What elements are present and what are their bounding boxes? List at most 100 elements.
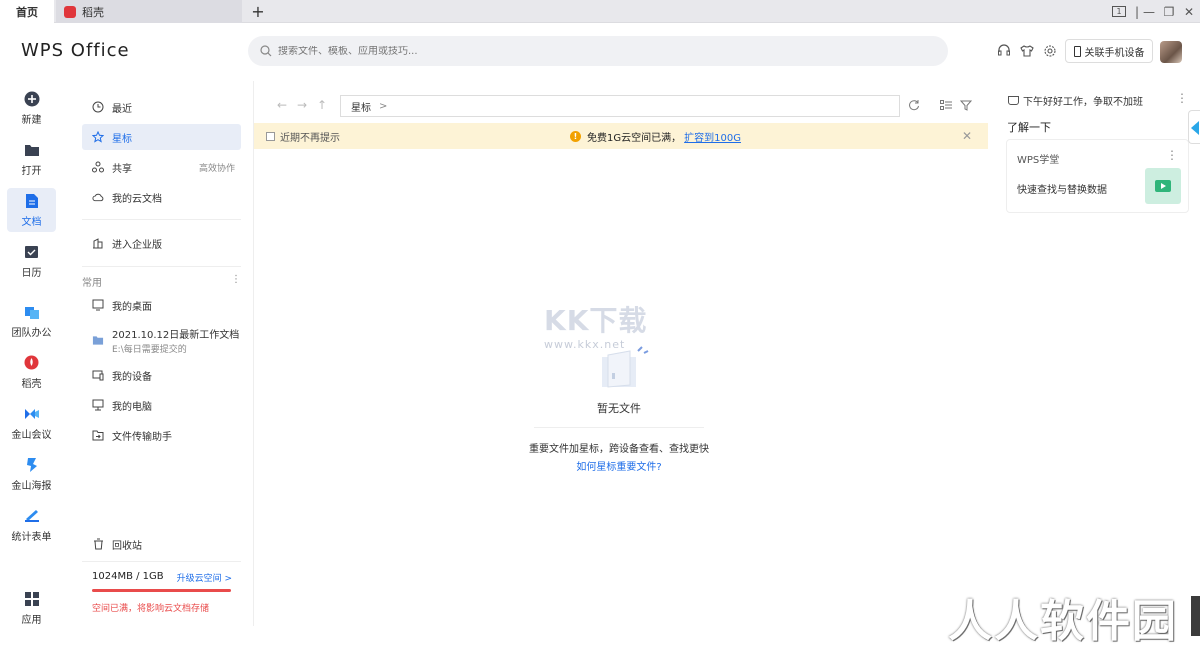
poster-icon (24, 457, 40, 473)
wps-academy-card[interactable]: WPS学堂 ⋮ 快速查找与替换数据 (1006, 139, 1189, 213)
storage-used: 1024MB / 1GB (92, 571, 164, 582)
tab-home-label: 首页 (16, 5, 38, 19)
video-thumbnail[interactable] (1145, 168, 1181, 204)
calendar-icon (24, 244, 40, 260)
stats-form-icon (24, 508, 40, 524)
settings-gear-icon[interactable] (1041, 42, 1059, 60)
nav-item-label: 共享 (112, 163, 132, 175)
forward-arrow-icon[interactable]: → (294, 97, 310, 113)
link-phone-label: 关联手机设备 (1084, 47, 1145, 59)
rail-item-meeting[interactable]: 金山会议 (7, 401, 56, 445)
card-more-icon[interactable]: ⋮ (1166, 148, 1178, 162)
link-phone-button[interactable]: 关联手机设备 (1065, 39, 1153, 63)
dont-remind-label: 近期不再提示 (280, 132, 340, 144)
nav-item-computer[interactable]: 我的电脑 (82, 392, 241, 418)
nav-item-enterprise[interactable]: 进入企业版 (82, 230, 241, 256)
daoke-logo-icon (64, 5, 76, 18)
star-icon (92, 131, 104, 143)
rail-item-label: 应用 (21, 614, 42, 626)
nav-item-label: 回收站 (112, 540, 142, 552)
rail-item-new[interactable]: 新建 (7, 86, 56, 130)
computer-icon (92, 399, 104, 411)
folder-text: 2021.10.12日最新工作文档 E:\每日需要提交的 (112, 326, 239, 355)
headset-icon[interactable] (995, 42, 1013, 60)
dont-remind-checkbox[interactable] (266, 131, 275, 141)
document-icon (24, 193, 40, 209)
list-view-icon[interactable] (938, 97, 954, 113)
rail-item-label: 金山会议 (11, 429, 52, 441)
right-panel: 下午好好工作，争取不加班 ⋮ 了解一下 WPS学堂 ⋮ 快速查找与替换数据 (1000, 81, 1200, 626)
tab-daoke[interactable]: 稻壳 (56, 0, 242, 23)
avatar[interactable] (1160, 41, 1182, 63)
side-collapse-tab[interactable] (1188, 110, 1200, 144)
nav-item-devices[interactable]: 我的设备 (82, 362, 241, 388)
folder-path: E:\每日需要提交的 (112, 344, 187, 355)
search-input[interactable] (278, 45, 928, 57)
left-rail: 新建 打开 文档 日历 团队办公 稻壳 金山会议 金山海报 统计表单 应用 (0, 81, 63, 645)
filter-icon[interactable] (958, 97, 974, 113)
up-arrow-icon[interactable]: ↑ (314, 97, 330, 113)
rail-item-open[interactable]: 打开 (7, 137, 56, 181)
greeting-more-icon[interactable]: ⋮ (1176, 91, 1188, 105)
nav-item-label: 我的桌面 (112, 301, 152, 313)
tab-home[interactable]: 首页 (0, 0, 54, 23)
play-icon (1155, 180, 1171, 192)
building-icon (92, 237, 104, 249)
path-label: 星标 (351, 102, 371, 114)
greeting-text: 下午好好工作，争取不加班 (1023, 97, 1143, 108)
nav-item-label: 我的电脑 (112, 401, 152, 413)
rail-item-calendar[interactable]: 日历 (7, 239, 56, 283)
main-content: ← → ↑ 星标 > 近期不再提示 ! 免费1G云空间已满， 扩容到100G ✕… (254, 81, 988, 626)
nav-section-common: 常用 ⋮ (82, 274, 241, 289)
storage-progress-fill (92, 589, 231, 592)
add-tab-label: + (251, 2, 265, 21)
share-icon (92, 161, 104, 173)
upgrade-cloud-link[interactable]: 升级云空间 > (177, 571, 232, 584)
rail-item-forms[interactable]: 统计表单 (7, 503, 56, 547)
nav-item-cloud[interactable]: 我的云文档 (82, 184, 241, 210)
shared-extra-label: 高效协作 (198, 163, 235, 174)
nav-item-label: 进入企业版 (112, 239, 162, 251)
skin-icon[interactable] (1018, 42, 1036, 60)
section-more-icon[interactable]: ⋮ (231, 274, 241, 289)
empty-title: 暂无文件 (597, 402, 641, 415)
warning-icon: ! (570, 130, 581, 142)
minimize-icon: — (1143, 4, 1155, 19)
nav-item-shared[interactable]: 共享 高效协作 (82, 154, 241, 180)
storage-info: 1024MB / 1GB 升级云空间 > (92, 571, 232, 584)
cloud-icon (92, 191, 104, 203)
back-arrow-icon[interactable]: ← (274, 97, 290, 113)
search-bar[interactable] (248, 36, 948, 66)
daoke-icon (24, 355, 40, 371)
rail-item-team[interactable]: 团队办公 (7, 299, 56, 343)
nav-item-starred[interactable]: 星标 (82, 124, 241, 150)
add-tab-button[interactable]: + (248, 0, 268, 23)
rail-item-label: 打开 (21, 165, 42, 177)
nav-item-transfer[interactable]: 文件传输助手 (82, 422, 241, 448)
rail-item-apps[interactable]: 应用 (7, 586, 56, 630)
close-button[interactable]: ✕ (1176, 0, 1200, 23)
search-icon (260, 45, 272, 57)
nav-item-label: 文件传输助手 (112, 431, 172, 443)
refresh-icon[interactable] (906, 97, 922, 113)
apps-grid-icon (24, 591, 40, 607)
expand-storage-link[interactable]: 扩容到100G (684, 129, 741, 144)
learn-title: 了解一下 (1007, 121, 1051, 134)
nav-item-recent[interactable]: 最近 (82, 94, 241, 120)
path-breadcrumb[interactable]: 星标 > (340, 95, 900, 117)
nav-divider (82, 219, 241, 220)
nav-item-recycle[interactable]: 回收站 (82, 531, 241, 557)
notice-close-icon[interactable]: ✕ (962, 129, 972, 143)
rail-item-poster[interactable]: 金山海报 (7, 452, 56, 496)
rail-item-docs[interactable]: 文档 (7, 188, 56, 232)
path-toolbar: ← → ↑ 星标 > (254, 93, 988, 117)
nav-divider (82, 266, 241, 267)
nav-item-desktop[interactable]: 我的桌面 (82, 292, 241, 318)
how-to-star-link[interactable]: 如何星标重要文件? (514, 458, 724, 473)
coffee-cup-icon (1008, 96, 1019, 105)
rail-item-label: 日历 (21, 267, 42, 279)
doc-nav-sidebar: 最近 星标 共享 高效协作 我的云文档 进入企业版 常用 ⋮ 我的桌面 2021… (63, 81, 254, 626)
rail-item-daoke[interactable]: 稻壳 (7, 350, 56, 394)
transfer-icon (92, 429, 104, 441)
nav-item-folder[interactable]: 2021.10.12日最新工作文档 E:\每日需要提交的 (82, 324, 241, 356)
